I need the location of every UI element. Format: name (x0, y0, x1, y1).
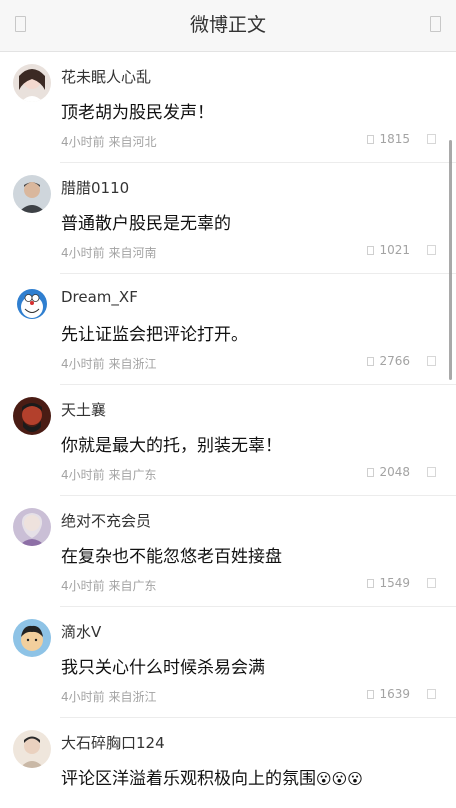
avatar[interactable] (13, 508, 51, 546)
avatar[interactable] (13, 730, 51, 768)
username[interactable]: 滴水V (61, 621, 101, 642)
like-button[interactable]: 1815 (367, 132, 410, 146)
like-count: 1549 (379, 576, 410, 590)
avatar[interactable] (13, 619, 51, 657)
page-title: 微博正文 (189, 14, 266, 36)
reply-icon[interactable] (427, 356, 436, 366)
comment-text: 普通散户股民是无辜的 (61, 214, 231, 234)
scrollbar[interactable] (449, 140, 452, 380)
username[interactable]: 绝对不充会员 (61, 510, 151, 531)
like-button[interactable]: 1639 (367, 687, 410, 701)
comment-meta: 4小时前 来自广东 (61, 579, 157, 593)
top-navigation-bar: 微博正文 (0, 0, 456, 52)
comment-item[interactable]: 天土襄 你就是最大的托，别装无辜！ 4小时前 来自广东 2048 (0, 385, 456, 496)
surprised-emoji: 😮😮😮 (316, 770, 363, 788)
username[interactable]: Dream_XF (61, 288, 138, 306)
comment-meta: 4小时前 来自浙江 (61, 357, 157, 371)
avatar[interactable] (13, 286, 51, 324)
comment-item[interactable]: Dream_XF 先让证监会把评论打开。 4小时前 来自浙江 2766 (0, 274, 456, 385)
reply-icon[interactable] (427, 578, 436, 588)
comment-meta: 4小时前 来自广东 (61, 468, 157, 482)
avatar[interactable] (13, 397, 51, 435)
like-icon (367, 134, 375, 144)
comment-text: 先让证监会把评论打开。 (61, 325, 248, 345)
like-icon (367, 578, 375, 588)
comment-text: 顶老胡为股民发声！ (61, 103, 214, 123)
comment-item[interactable]: 腊腊0110 普通散户股民是无辜的 4小时前 来自河南 1021 (0, 163, 456, 274)
like-icon (367, 356, 375, 366)
comment-meta: 4小时前 来自浙江 (61, 690, 157, 704)
reply-icon[interactable] (427, 689, 436, 699)
username[interactable]: 天土襄 (61, 399, 106, 420)
like-button[interactable]: 1021 (367, 243, 410, 257)
comment-text: 你就是最大的托，别装无辜！ (61, 436, 282, 456)
like-count: 1815 (379, 132, 410, 146)
comment-text: 在复杂也不能忽悠老百姓接盘 (61, 547, 282, 567)
like-count: 2048 (379, 465, 410, 479)
like-count: 1639 (379, 687, 410, 701)
comment-text: 评论区洋溢着乐观积极向上的氛围😮😮😮 (61, 764, 363, 789)
reply-icon[interactable] (427, 467, 436, 477)
comment-list: 花未眠人心乱 顶老胡为股民发声！ 4小时前 来自河北 1815 腊腊0110 普… (0, 52, 456, 808)
like-icon (367, 689, 375, 699)
like-count: 2766 (379, 354, 410, 368)
comment-text: 我只关心什么时候杀易会满 (61, 658, 265, 678)
like-count: 1021 (379, 243, 410, 257)
comment-item[interactable]: 绝对不充会员 在复杂也不能忽悠老百姓接盘 4小时前 来自广东 1549 (0, 496, 456, 607)
username[interactable]: 大石碎胸口124 (61, 732, 165, 753)
reply-icon[interactable] (427, 245, 436, 255)
comment-item[interactable]: 滴水V 我只关心什么时候杀易会满 4小时前 来自浙江 1639 (0, 607, 456, 718)
reply-icon[interactable] (427, 134, 436, 144)
like-icon (367, 245, 375, 255)
comment-item[interactable]: 花未眠人心乱 顶老胡为股民发声！ 4小时前 来自河北 1815 (0, 52, 456, 163)
comment-item[interactable]: 大石碎胸口124 评论区洋溢着乐观积极向上的氛围😮😮😮 (0, 718, 456, 808)
username[interactable]: 腊腊0110 (61, 177, 129, 198)
comment-meta: 4小时前 来自河北 (61, 135, 157, 149)
username[interactable]: 花未眠人心乱 (61, 66, 151, 87)
comment-meta: 4小时前 来自河南 (61, 246, 157, 260)
like-icon (367, 467, 375, 477)
comment-text-body: 评论区洋溢着乐观积极向上的氛围 (61, 769, 316, 789)
avatar[interactable] (13, 64, 51, 102)
avatar[interactable] (13, 175, 51, 213)
like-button[interactable]: 2048 (367, 465, 410, 479)
more-icon[interactable] (430, 16, 441, 32)
like-button[interactable]: 2766 (367, 354, 410, 368)
like-button[interactable]: 1549 (367, 576, 410, 590)
